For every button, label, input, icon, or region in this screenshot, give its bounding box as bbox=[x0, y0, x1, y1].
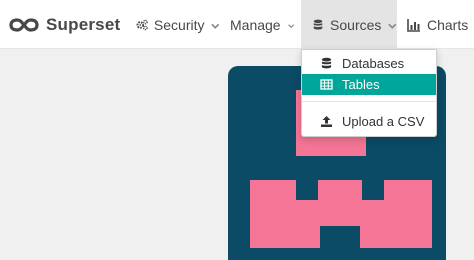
nav-security[interactable]: Security bbox=[136, 0, 220, 49]
cogs-icon bbox=[136, 19, 148, 30]
table-icon bbox=[320, 79, 333, 90]
nav-manage-label: Manage bbox=[230, 16, 281, 33]
menu-item-label: Databases bbox=[342, 56, 405, 71]
menu-item-label: Tables bbox=[342, 77, 380, 92]
nav-manage[interactable]: Manage bbox=[230, 0, 294, 49]
menu-item-label: Upload a CSV bbox=[342, 114, 425, 129]
illustration-block bbox=[296, 180, 318, 200]
database-icon bbox=[313, 19, 323, 30]
chevron-down-icon bbox=[287, 23, 294, 28]
bar-chart-icon bbox=[407, 18, 420, 32]
illustration-block bbox=[362, 180, 384, 200]
nav-sources-label: Sources bbox=[330, 16, 382, 33]
top-navbar: Superset Security Manage Sources Charts bbox=[0, 0, 474, 49]
brand[interactable]: Superset bbox=[9, 11, 120, 39]
nav-sources[interactable]: Sources bbox=[301, 0, 397, 49]
infinity-logo-icon bbox=[9, 18, 39, 32]
nav-charts-label: Charts bbox=[427, 16, 469, 33]
database-icon bbox=[321, 57, 332, 69]
menu-item-databases[interactable]: Databases bbox=[302, 53, 436, 74]
upload-icon bbox=[321, 116, 332, 127]
nav-charts[interactable]: Charts bbox=[407, 0, 474, 49]
chevron-down-icon bbox=[211, 23, 220, 29]
sources-dropdown-menu: Databases Tables Upload a CSV bbox=[301, 49, 437, 137]
menu-item-tables[interactable]: Tables bbox=[302, 74, 436, 95]
illustration-block bbox=[320, 226, 360, 248]
menu-divider bbox=[302, 101, 436, 102]
brand-name: Superset bbox=[46, 15, 121, 34]
nav-security-label: Security bbox=[153, 16, 205, 33]
chevron-down-icon bbox=[388, 23, 397, 29]
menu-item-upload-csv[interactable]: Upload a CSV bbox=[302, 111, 436, 132]
